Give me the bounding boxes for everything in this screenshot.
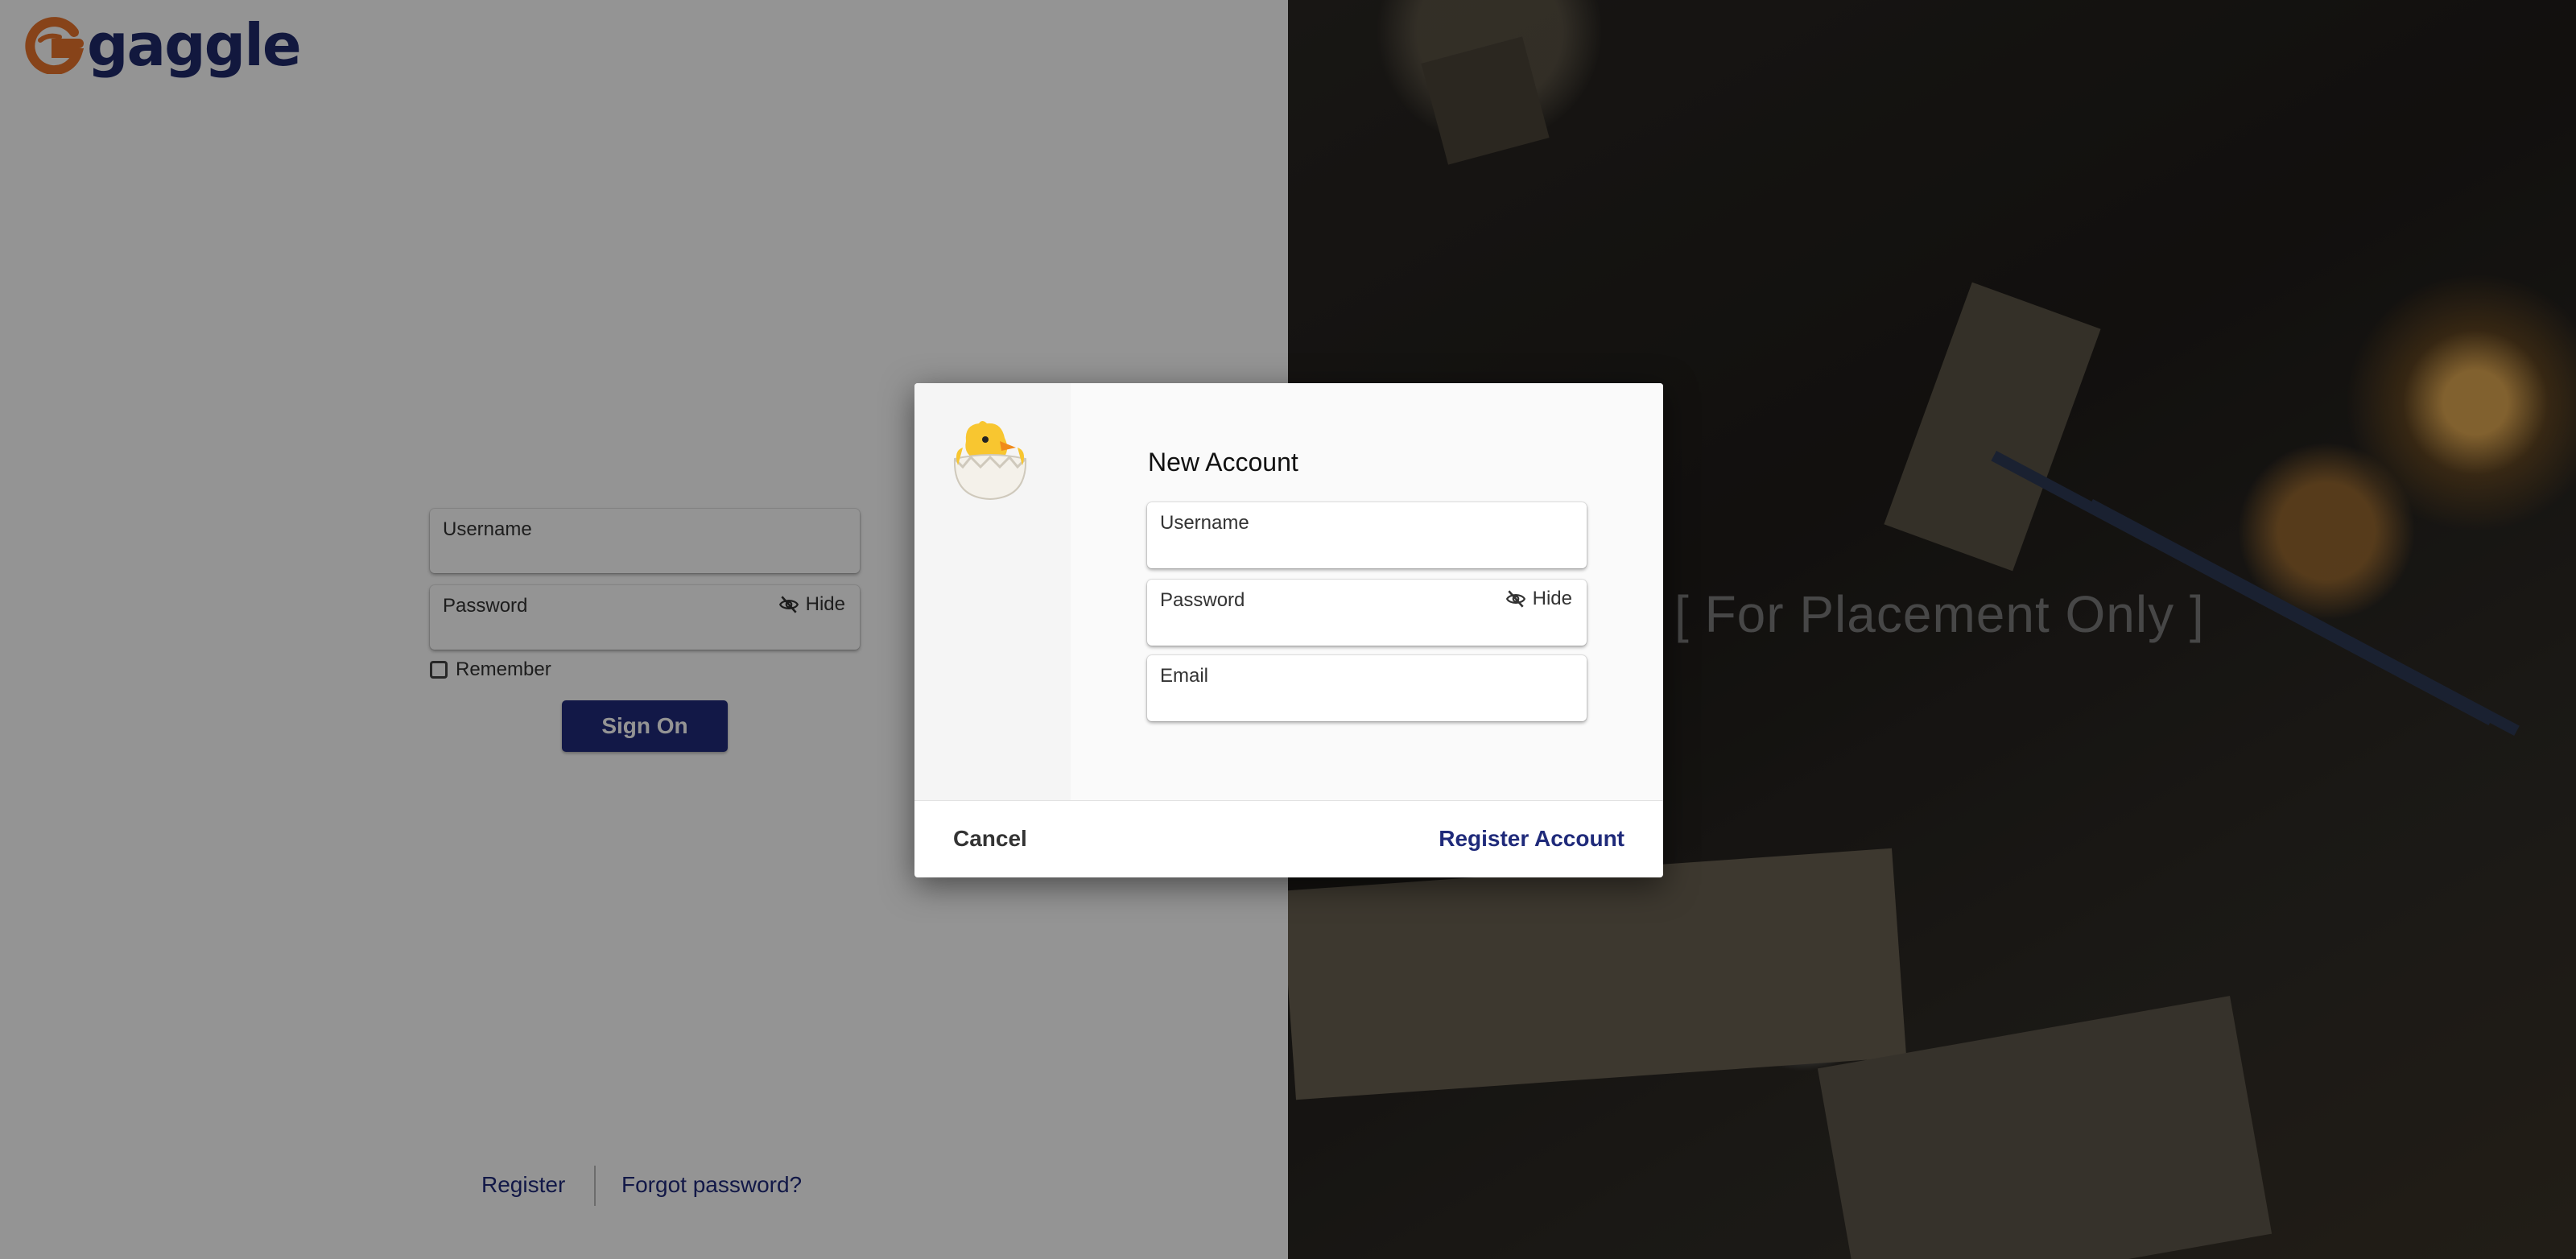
dialog-title: New Account (1148, 448, 1298, 477)
email-field[interactable]: Email (1147, 655, 1587, 721)
new-password-field[interactable]: Password Hide (1147, 580, 1587, 646)
register-account-button[interactable]: Register Account (1439, 826, 1624, 852)
cancel-button[interactable]: Cancel (953, 826, 1027, 852)
new-username-field[interactable]: Username (1147, 502, 1587, 568)
email-label: Email (1160, 665, 1209, 687)
hatching-chick-icon (953, 421, 1027, 501)
username-label: Username (1160, 512, 1249, 534)
eye-off-icon (1505, 590, 1525, 608)
password-label: Password (1160, 589, 1245, 611)
dialog-sidebar (914, 383, 1071, 800)
password-visibility-toggle[interactable]: Hide (1505, 588, 1572, 610)
new-account-dialog: New Account Username Password Hide Email… (914, 383, 1663, 877)
dialog-divider (914, 800, 1663, 801)
hide-label: Hide (1532, 588, 1572, 609)
